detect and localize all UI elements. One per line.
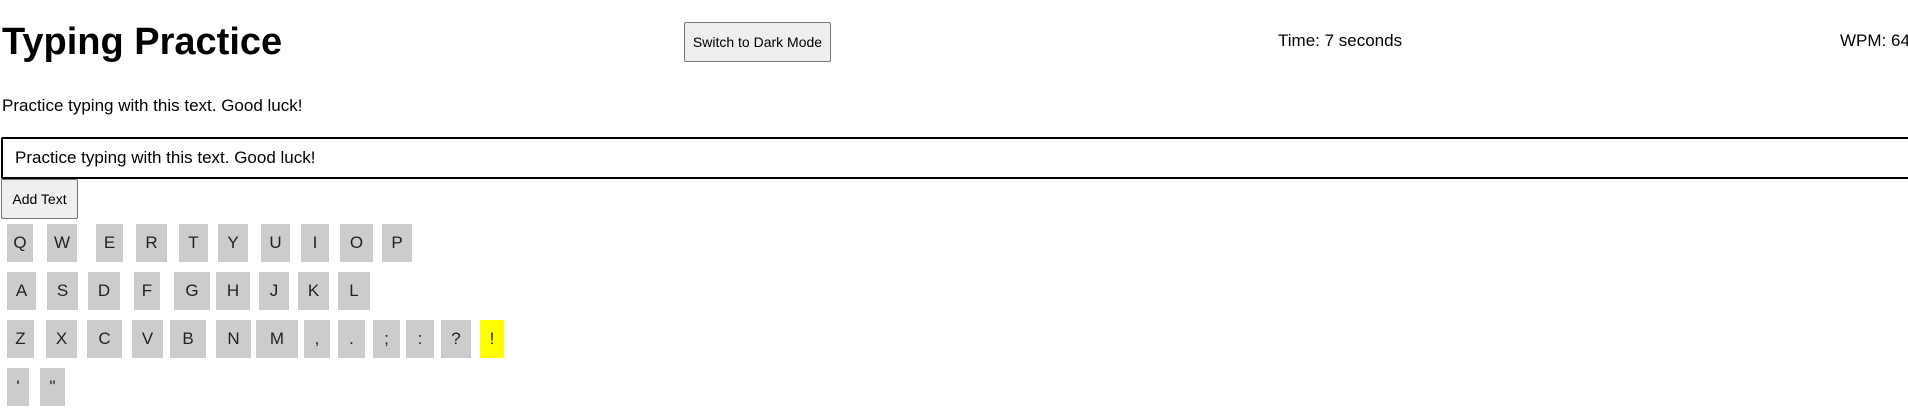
key-y: Y [218, 224, 248, 262]
key-n: N [216, 320, 251, 358]
key-t: T [179, 224, 208, 262]
key-exclamation-mark: ! [480, 320, 504, 358]
timer-display: Time: 7 seconds [1278, 31, 1403, 50]
key-k: K [298, 272, 329, 310]
key-comma: , [304, 320, 330, 358]
key-s: S [47, 272, 78, 310]
key-h: H [216, 272, 250, 310]
key-b: B [170, 320, 206, 358]
key-semicolon: ; [373, 320, 400, 358]
key-f: F [134, 272, 160, 310]
key-g: G [174, 272, 210, 310]
typing-input[interactable] [1, 137, 1908, 179]
key-e: E [96, 224, 123, 262]
practice-prompt-text: Practice typing with this text. Good luc… [2, 96, 303, 115]
key-apostrophe: ' [7, 368, 29, 406]
key-period: . [338, 320, 365, 358]
key-w: W [47, 224, 77, 262]
key-i: I [301, 224, 329, 262]
page-title: Typing Practice [2, 21, 283, 63]
wpm-display: WPM: 64 [1840, 31, 1908, 50]
key-z: Z [7, 320, 34, 358]
key-double-quote: " [40, 368, 65, 406]
key-a: A [7, 272, 36, 310]
key-x: X [46, 320, 77, 358]
key-v: V [132, 320, 163, 358]
key-o: O [340, 224, 373, 262]
key-m: M [256, 320, 298, 358]
key-q: Q [7, 224, 33, 262]
key-u: U [261, 224, 290, 262]
key-p: P [382, 224, 412, 262]
key-question-mark: ? [441, 320, 471, 358]
key-l: L [338, 272, 370, 310]
key-j: J [259, 272, 289, 310]
key-r: R [136, 224, 167, 262]
dark-mode-toggle-button[interactable]: Switch to Dark Mode [684, 22, 831, 62]
header-bar: Typing Practice Switch to Dark Mode Time… [0, 0, 1908, 80]
key-colon: : [406, 320, 434, 358]
key-d: D [88, 272, 120, 310]
add-text-button[interactable]: Add Text [1, 179, 78, 219]
key-c: C [87, 320, 122, 358]
